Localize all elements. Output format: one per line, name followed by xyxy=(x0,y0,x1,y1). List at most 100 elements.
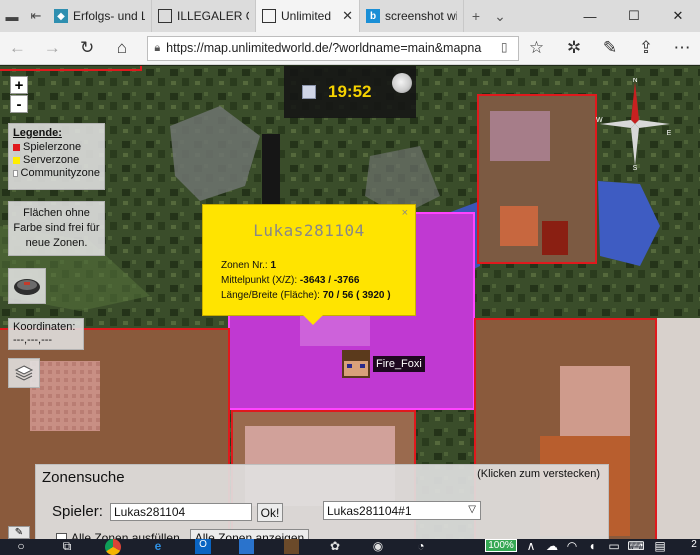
page-icon xyxy=(262,9,276,23)
maximize-icon[interactable]: ☐ xyxy=(612,0,656,32)
coordinates-value: ---,---,--- xyxy=(13,334,53,346)
zone-select[interactable]: Lukas281104#1 ▽ xyxy=(323,501,481,520)
tab-label: ILLEGALER CC xyxy=(177,9,249,23)
tab-unlimited[interactable]: Unlimited ✕ xyxy=(256,0,360,32)
map-legend: Legende: Spielerzone Serverzone Communit… xyxy=(8,123,105,190)
compass-w: W xyxy=(596,117,603,124)
legend-item-spielerzone: Spielerzone xyxy=(13,141,100,154)
clock-icon xyxy=(302,85,316,99)
active-app-icon[interactable]: ◔ xyxy=(410,539,432,555)
page-icon xyxy=(158,9,172,23)
pen-notes-icon[interactable]: ✎ xyxy=(592,32,628,65)
coordinates-label: Koordinaten: xyxy=(13,321,76,333)
lock-icon: 🔒︎ xyxy=(154,41,161,54)
network-icon[interactable]: ▭ xyxy=(606,539,622,555)
player-label: Spieler: xyxy=(52,503,103,520)
show-all-zones-button[interactable]: Alle Zonen anzeigen xyxy=(189,529,310,539)
map-mode-button[interactable] xyxy=(8,268,46,304)
coordinates-panel: Koordinaten: ---,---,--- xyxy=(8,318,84,350)
player-search-input[interactable] xyxy=(110,503,252,521)
zoom-out-button[interactable]: - xyxy=(10,95,28,113)
window-close-icon[interactable]: ✕ xyxy=(656,0,700,32)
legend-label: Spielerzone xyxy=(23,141,82,153)
favorite-star-icon[interactable]: ☆ xyxy=(519,32,554,65)
tab-list-chevron-icon[interactable]: ⌄ xyxy=(488,0,512,32)
edge-icon[interactable]: e xyxy=(148,539,168,555)
battery-badge: 100% xyxy=(482,539,520,555)
outlook-icon[interactable]: O xyxy=(193,539,213,555)
player-zone-top-right[interactable] xyxy=(477,94,597,264)
zone-size-row: Länge/Breite (Fläche): 70 / 56 ( 3920 ) xyxy=(221,288,391,303)
free-zones-note: Flächen ohne Farbe sind frei für neue Zo… xyxy=(8,201,105,256)
tab-screenshot[interactable]: b screenshot wi xyxy=(360,0,464,32)
legend-item-communityzone: Communityzone xyxy=(13,167,100,180)
map-view[interactable]: + - Legende: Spielerzone Serverzone Comm… xyxy=(0,66,700,539)
player-marker[interactable]: Fire_Foxi xyxy=(342,350,425,378)
compass-s: S xyxy=(633,165,638,170)
compass-rose[interactable]: N E S W xyxy=(596,78,674,170)
ok-button[interactable]: Ok! xyxy=(257,503,283,522)
legend-swatch xyxy=(13,170,18,177)
notification-icon[interactable]: ▤ xyxy=(652,539,668,555)
edit-icon[interactable]: ✎ xyxy=(8,526,30,539)
volume-icon[interactable]: ◖ xyxy=(584,539,600,555)
back-arrow-icon[interactable]: ← xyxy=(0,32,35,65)
zone-search-panel: Zonensuche (Klicken zum verstecken) Spie… xyxy=(35,464,609,539)
compass-n: N xyxy=(632,78,637,84)
wifi-icon[interactable]: ◠ xyxy=(564,539,580,555)
zone-options-row: Alle Zonen ausfüllen Alle Zonen anzeigen xyxy=(56,529,310,539)
url-text: https://map.unlimitedworld.de/?worldname… xyxy=(166,41,482,55)
layers-button[interactable] xyxy=(8,358,40,388)
paint-icon[interactable]: ✿ xyxy=(325,539,345,555)
tab-label: Erfolgs- und L xyxy=(73,9,145,23)
share-icon[interactable]: ⇪ xyxy=(628,32,664,65)
zone-number-row: Zonen Nr.: 1 xyxy=(221,258,391,273)
taskbar-clock[interactable]: 2 xyxy=(688,539,700,555)
compass-e: E xyxy=(667,130,672,137)
zone-center-label: Mittelpunkt (X/Z): xyxy=(221,275,298,286)
address-input[interactable]: 🔒︎ https://map.unlimitedworld.de/?worldn… xyxy=(147,35,520,61)
favorites-hub-icon[interactable]: ✲ xyxy=(556,32,592,65)
refresh-icon[interactable]: ↻ xyxy=(70,32,105,65)
tab-bar: ▬ ⇤ ◆ Erfolgs- und L ILLEGALER CC Unlimi… xyxy=(0,0,700,32)
search-icon[interactable]: ○ xyxy=(12,539,30,555)
new-tab-icon[interactable]: + xyxy=(464,0,488,32)
windows-taskbar: ○ ⧉ e O ✿ ◉ ◔ 100% ∧ ☁ ◠ ◖ ▭ ⌨ ▤ 2 xyxy=(0,539,700,555)
fill-all-zones-label: Alle Zonen ausfüllen xyxy=(71,531,180,539)
reading-view-icon[interactable]: ▯ xyxy=(494,39,515,54)
store-icon[interactable] xyxy=(236,539,256,555)
zone-info-popup: × Lukas281104 Zonen Nr.: 1 Mittelpunkt (… xyxy=(202,204,416,325)
forward-arrow-icon[interactable]: → xyxy=(35,32,70,65)
tab-erfolge[interactable]: ◆ Erfolgs- und L xyxy=(48,0,152,32)
cloud-icon[interactable]: ☁ xyxy=(545,539,559,555)
zone-center-row: Mittelpunkt (X/Z): -3643 / -3766 xyxy=(221,273,391,288)
tab-illegaler[interactable]: ILLEGALER CC xyxy=(152,0,256,32)
legend-swatch xyxy=(13,144,20,151)
app-icon[interactable]: ◉ xyxy=(368,539,388,555)
set-aside-tabs-icon[interactable]: ⇤ xyxy=(24,0,48,32)
address-bar-row: ← → ↻ ⌂ 🔒︎ https://map.unlimitedworld.de… xyxy=(0,32,700,65)
keyboard-icon[interactable]: ⌨ xyxy=(627,539,644,555)
home-icon[interactable]: ⌂ xyxy=(104,32,139,65)
player-zone-top-left[interactable] xyxy=(0,66,142,71)
zoom-in-button[interactable]: + xyxy=(10,76,28,94)
close-tab-icon[interactable]: ✕ xyxy=(342,8,353,24)
zone-select-value: Lukas281104#1 xyxy=(327,503,412,518)
zone-size-value: 70 / 56 ( 3920 ) xyxy=(322,290,391,301)
tray-chevron-icon[interactable]: ∧ xyxy=(524,539,538,555)
zone-search-hide-link[interactable]: (Klicken zum verstecken) xyxy=(477,468,600,480)
popup-close-icon[interactable]: × xyxy=(402,207,408,219)
player-head-icon xyxy=(342,350,370,378)
zone-size-label: Länge/Breite (Fläche): xyxy=(221,290,320,301)
tab-preview-icon[interactable]: ▬ xyxy=(0,0,24,32)
legend-swatch xyxy=(13,157,20,164)
more-icon[interactable]: ⋯ xyxy=(664,32,700,65)
minimize-icon[interactable]: — xyxy=(568,0,612,32)
bing-icon: b xyxy=(366,9,380,23)
zone-center-value: -3643 / -3766 xyxy=(299,275,360,286)
zone-number-label: Zonen Nr.: xyxy=(221,260,268,271)
chrome-icon[interactable] xyxy=(103,539,123,555)
legend-label: Communityzone xyxy=(20,167,100,179)
minecraft-icon[interactable] xyxy=(281,539,301,555)
task-view-icon[interactable]: ⧉ xyxy=(58,539,76,555)
